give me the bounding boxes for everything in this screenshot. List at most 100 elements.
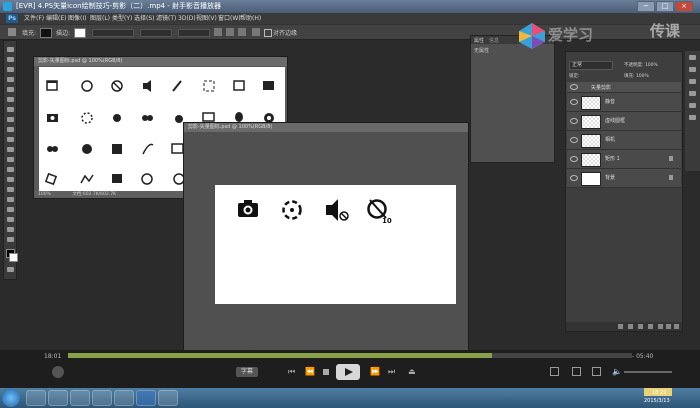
taskbar-record-icon[interactable] xyxy=(92,390,112,406)
visibility-eye-icon[interactable] xyxy=(570,137,578,143)
eyedropper-tool-icon[interactable] xyxy=(7,97,14,102)
shape-tool-icon[interactable] xyxy=(7,217,14,222)
folder-icon[interactable] xyxy=(658,324,663,329)
dock-icon[interactable] xyxy=(689,115,696,120)
visibility-eye-icon[interactable] xyxy=(570,118,578,124)
fullscreen-icon[interactable] xyxy=(572,367,581,376)
settings-icon[interactable] xyxy=(592,367,601,376)
zoom-tool-icon[interactable] xyxy=(7,237,14,242)
layer-row[interactable]: 背景 xyxy=(567,169,681,188)
doc2-title[interactable]: 剪影-矢量图标.psd @ 100%(RGB/8) xyxy=(184,123,468,132)
tab-properties[interactable]: 属性 xyxy=(474,37,484,44)
doc2-canvas[interactable]: 10 xyxy=(215,185,456,304)
type-tool-icon[interactable] xyxy=(7,197,14,202)
link-icon[interactable] xyxy=(618,324,623,329)
menu-window[interactable]: 窗口(W) xyxy=(218,13,241,24)
layer-row[interactable]: 相机 xyxy=(567,131,681,150)
close-button[interactable]: × xyxy=(675,1,693,12)
trash-icon[interactable] xyxy=(674,324,679,329)
stroke-swatch[interactable] xyxy=(74,28,86,38)
menu-filter[interactable]: 滤镜(T) xyxy=(156,13,176,24)
taskbar-explorer-icon[interactable] xyxy=(48,390,68,406)
move-tool-icon[interactable] xyxy=(7,47,14,52)
quick-mask-icon[interactable] xyxy=(7,267,14,272)
path-arrange-icon[interactable] xyxy=(238,28,246,36)
lasso-tool-icon[interactable] xyxy=(7,67,14,72)
dock-icon[interactable] xyxy=(689,55,696,60)
fill-swatch[interactable] xyxy=(40,28,52,38)
mask-icon[interactable] xyxy=(638,324,643,329)
background-color-swatch[interactable] xyxy=(9,253,18,262)
gradient-tool-icon[interactable] xyxy=(7,157,14,162)
menu-layer[interactable]: 图层(L) xyxy=(90,13,110,24)
dodge-tool-icon[interactable] xyxy=(7,177,14,182)
menu-view[interactable]: 视图(V) xyxy=(196,13,217,24)
skip-back-icon[interactable]: ⏮ xyxy=(288,368,296,376)
new-layer-icon[interactable] xyxy=(666,324,671,329)
user-icon[interactable] xyxy=(52,366,64,378)
volume-slider[interactable] xyxy=(624,371,672,373)
dock-icon[interactable] xyxy=(689,103,696,108)
visibility-eye-icon[interactable] xyxy=(570,175,578,181)
blend-mode-select[interactable]: 正常 xyxy=(569,61,613,70)
height-field[interactable] xyxy=(178,29,210,37)
taskbar-media-icon[interactable] xyxy=(70,390,90,406)
fx-icon[interactable] xyxy=(628,324,633,329)
width-field[interactable] xyxy=(140,29,172,37)
menu-image[interactable]: 图像(I) xyxy=(68,13,86,24)
healing-tool-icon[interactable] xyxy=(7,107,14,112)
menu-3d[interactable]: 3D(D) xyxy=(178,13,196,24)
eraser-tool-icon[interactable] xyxy=(7,147,14,152)
visibility-eye-icon[interactable] xyxy=(570,84,578,90)
align-edges-checkbox[interactable] xyxy=(264,29,272,37)
stop-icon[interactable] xyxy=(323,369,329,375)
progress-bar-remaining[interactable] xyxy=(492,353,632,358)
play-button[interactable] xyxy=(336,364,360,380)
layer-row[interactable]: 虚线圆框 xyxy=(567,112,681,131)
volume-icon[interactable]: 🔈 xyxy=(612,368,622,376)
hand-tool-icon[interactable] xyxy=(7,227,14,232)
stroke-width-field[interactable] xyxy=(92,29,134,37)
menu-edit[interactable]: 编辑(E) xyxy=(46,13,66,24)
history-brush-tool-icon[interactable] xyxy=(7,137,14,142)
subtitle-button[interactable]: 字幕 xyxy=(236,367,258,377)
menu-help[interactable]: 帮助(H) xyxy=(240,13,261,24)
menu-file[interactable]: 文件(F) xyxy=(24,13,44,24)
menu-type[interactable]: 类型(Y) xyxy=(112,13,132,24)
layer-group-row[interactable]: 矢量剪影 xyxy=(567,82,681,93)
pen-tool-icon[interactable] xyxy=(7,187,14,192)
opacity-field[interactable]: 不透明度: 100% xyxy=(624,62,658,68)
start-button[interactable] xyxy=(2,389,20,407)
marquee-tool-icon[interactable] xyxy=(7,57,14,62)
taskbar-app-icon[interactable] xyxy=(114,390,134,406)
path-select-tool-icon[interactable] xyxy=(7,207,14,212)
fast-forward-icon[interactable]: ⏩ xyxy=(370,368,380,376)
menu-select[interactable]: 选择(S) xyxy=(134,13,155,24)
dock-icon[interactable] xyxy=(689,79,696,84)
progress-bar-played[interactable] xyxy=(68,353,492,358)
doc1-zoom[interactable]: 100% xyxy=(38,192,51,197)
brush-tool-icon[interactable] xyxy=(7,117,14,122)
maximize-button[interactable]: □ xyxy=(656,1,674,12)
tab-info[interactable]: 信息 xyxy=(489,37,499,44)
rewind-icon[interactable]: ⏪ xyxy=(305,368,315,376)
quick-select-tool-icon[interactable] xyxy=(7,77,14,82)
path-ops-icon[interactable] xyxy=(214,28,222,36)
visibility-eye-icon[interactable] xyxy=(570,99,578,105)
blur-tool-icon[interactable] xyxy=(7,167,14,172)
settings-gear-icon[interactable] xyxy=(252,28,260,36)
taskbar-player-icon[interactable] xyxy=(158,390,178,406)
dock-icon[interactable] xyxy=(689,91,696,96)
visibility-eye-icon[interactable] xyxy=(570,156,578,162)
minimize-button[interactable]: − xyxy=(637,1,655,12)
layer-row[interactable]: 矩形 1 xyxy=(567,150,681,169)
adjustment-icon[interactable] xyxy=(648,324,653,329)
layer-row[interactable]: 静音 xyxy=(567,93,681,112)
crop-tool-icon[interactable] xyxy=(7,87,14,92)
tool-preset-icon[interactable] xyxy=(8,28,16,36)
playlist-icon[interactable] xyxy=(550,367,559,376)
skip-forward-icon[interactable]: ⏭ xyxy=(388,368,396,376)
stamp-tool-icon[interactable] xyxy=(7,127,14,132)
taskbar-photoshop-icon[interactable] xyxy=(136,390,156,406)
path-align-icon[interactable] xyxy=(226,28,234,36)
